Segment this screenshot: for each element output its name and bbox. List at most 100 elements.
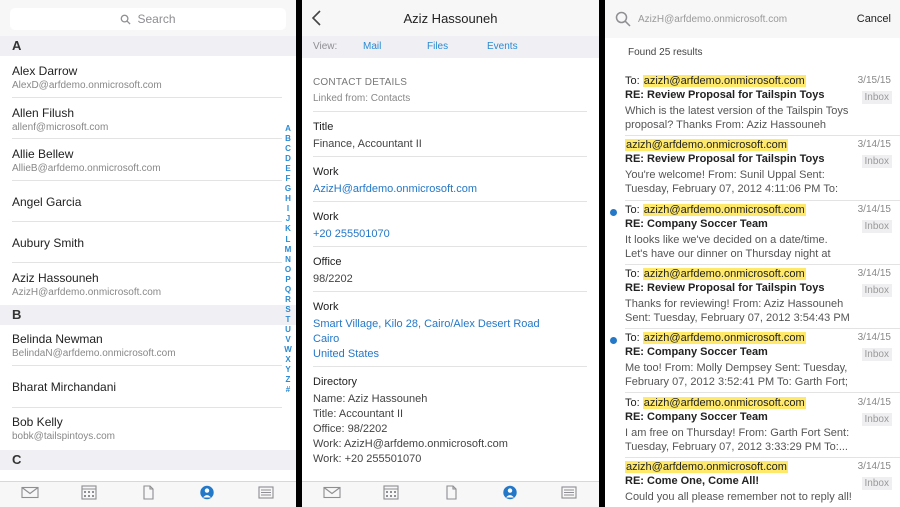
view-bar: View: Mail Files Events [302, 36, 599, 58]
calendar-icon [382, 484, 400, 505]
tab-files[interactable] [421, 484, 480, 505]
alphabet-index-letter[interactable]: C [282, 144, 294, 154]
section-header-b: B [0, 305, 296, 325]
contact-name: Bob Kelly [12, 415, 63, 429]
contact-row[interactable]: Aziz Hassouneh AzizH@arfdemo.onmicrosoft… [0, 263, 296, 305]
result-subject: RE: Company Soccer Team [625, 410, 768, 423]
alphabet-index-letter[interactable]: U [282, 325, 294, 335]
search-result-item[interactable]: To: azizh@arfdemo.onmicrosoft.com RE: Com… [605, 329, 900, 394]
settings-list-icon [257, 485, 275, 505]
contact-row[interactable]: Angel Garcia [0, 181, 296, 222]
people-icon [198, 485, 216, 505]
recipient-line: To: azizh@arfdemo.onmicrosoft.com [625, 332, 806, 345]
tab-mail[interactable] [302, 485, 361, 505]
alphabet-index-letter[interactable]: P [282, 275, 294, 285]
search-icon [121, 14, 132, 25]
email-link[interactable]: AzizH@arfdemo.onmicrosoft.com [313, 182, 587, 197]
contact-row[interactable]: Belinda Newman BelindaN@arfdemo.onmicros… [0, 325, 296, 366]
contact-row[interactable]: Allie Bellew AllieB@arfdemo.onmicrosoft.… [0, 139, 296, 181]
contact-email: AllieB@arfdemo.onmicrosoft.com [12, 163, 161, 174]
tab-calendar[interactable] [59, 484, 118, 505]
contact-row[interactable]: Bharat Mirchandani [0, 366, 296, 408]
alphabet-index-letter[interactable]: J [282, 214, 294, 224]
alphabet-index-letter[interactable]: N [282, 255, 294, 265]
contact-row[interactable]: Alex Darrow AlexD@arfdemo.onmicrosoft.co… [0, 56, 296, 98]
search-input[interactable]: Search [10, 8, 286, 30]
tab-calendar[interactable] [361, 484, 420, 505]
view-link-events[interactable]: Events [487, 41, 518, 52]
alphabet-index-letter[interactable]: # [282, 385, 294, 395]
alphabet-index-letter[interactable]: Y [282, 365, 294, 375]
search-results-panel: AzizH@arfdemo.onmicrosoft.com Cancel Fou… [605, 0, 900, 507]
result-subject: RE: Company Soccer Team [625, 346, 768, 359]
field-value: 98/2202 [313, 273, 353, 285]
alphabet-index-letter[interactable]: D [282, 154, 294, 164]
contact-email: BelindaN@arfdemo.onmicrosoft.com [12, 348, 176, 359]
section-heading: CONTACT DETAILS [313, 77, 408, 88]
unread-dot [610, 208, 617, 216]
alphabet-index-letter[interactable]: V [282, 335, 294, 345]
alphabet-index-letter[interactable]: M [282, 245, 294, 255]
field-value: Name: Aziz Hassouneh Title: Accountant I… [313, 392, 587, 467]
alphabet-index-letter[interactable]: K [282, 224, 294, 234]
alphabet-index-letter[interactable]: A [282, 124, 294, 134]
contact-row[interactable]: Allen Filush allenf@microsoft.com [0, 98, 296, 139]
alphabet-index-letter[interactable]: X [282, 355, 294, 365]
tab-files[interactable] [118, 484, 177, 505]
tab-bar [302, 481, 599, 507]
search-result-item[interactable]: To: azizh@arfdemo.onmicrosoft.com RE: Com… [605, 201, 900, 265]
settings-list-icon [560, 485, 578, 505]
contact-email: bobk@tailspintoys.com [12, 431, 115, 442]
view-link-mail[interactable]: Mail [363, 41, 381, 52]
alphabet-index-letter[interactable]: W [282, 345, 294, 355]
search-result-item[interactable]: azizh@arfdemo.onmicrosoft.com RE: Come On… [605, 458, 900, 507]
tab-bar [0, 481, 296, 507]
recipient-line: To: azizh@arfdemo.onmicrosoft.com [625, 267, 806, 280]
tab-people[interactable] [178, 485, 237, 505]
contact-row[interactable]: Bob Kelly bobk@tailspintoys.com [0, 408, 296, 450]
tab-settings-list[interactable] [237, 485, 296, 505]
search-placeholder: Search [137, 12, 176, 26]
nav-bar: Aziz Hassouneh [302, 0, 599, 36]
alphabet-index-letter[interactable]: B [282, 134, 294, 144]
address-link[interactable]: Smart Village, Kilo 28, Cairo/Alex Deser… [313, 317, 587, 362]
contact-row[interactable]: Aubury Smith [0, 222, 296, 263]
result-preview: Me too! From: Molly Dempsey Sent: Tuesda… [625, 362, 848, 389]
phone-link[interactable]: +20 255501070 [313, 227, 587, 242]
tab-mail[interactable] [0, 485, 59, 505]
view-link-files[interactable]: Files [427, 41, 448, 52]
address-line: United States [313, 348, 380, 360]
field-label: Title [313, 121, 334, 133]
alphabet-index-letter[interactable]: Q [282, 285, 294, 295]
result-date: 3/14/15 [857, 332, 891, 344]
alphabet-index-letter[interactable]: G [282, 184, 294, 194]
alphabet-index-letter[interactable]: H [282, 194, 294, 204]
alphabet-index[interactable]: A B C D E F G H I J K L M N O P Q R S T U V W X Y Z # [282, 124, 294, 395]
directory-line: Work: +20 255501070 [313, 453, 422, 465]
search-query[interactable]: AzizH@arfdemo.onmicrosoft.com [638, 14, 787, 25]
search-result-item[interactable]: To: azizh@arfdemo.onmicrosoft.com RE: Rev… [605, 265, 900, 330]
alphabet-index-letter[interactable]: T [282, 315, 294, 325]
alphabet-index-letter[interactable]: O [282, 265, 294, 275]
alphabet-index-letter[interactable]: I [282, 204, 294, 214]
search-result-item[interactable]: To: azizh@arfdemo.onmicrosoft.com RE: Rev… [605, 72, 900, 137]
search-result-item[interactable]: To: azizh@arfdemo.onmicrosoft.com RE: Com… [605, 394, 900, 458]
alphabet-index-letter[interactable]: L [282, 235, 294, 245]
alphabet-index-letter[interactable]: R [282, 295, 294, 305]
alphabet-index-letter[interactable]: E [282, 164, 294, 174]
alphabet-index-letter[interactable]: F [282, 174, 294, 184]
search-result-item[interactable]: azizh@arfdemo.onmicrosoft.com RE: Review … [605, 136, 900, 201]
alphabet-index-letter[interactable]: Z [282, 375, 294, 385]
search-icon [615, 11, 631, 27]
cancel-button[interactable]: Cancel [857, 13, 891, 25]
result-preview: Which is the latest version of the Tails… [625, 105, 849, 131]
recipient-line: To: azizh@arfdemo.onmicrosoft.com [625, 396, 806, 409]
recipient-highlight: azizh@arfdemo.onmicrosoft.com [642, 267, 806, 280]
alphabet-index-letter[interactable]: S [282, 305, 294, 315]
recipient-prefix: To: [625, 203, 643, 216]
contact-name: Aubury Smith [12, 236, 85, 250]
tab-settings-list[interactable] [540, 485, 599, 505]
files-icon [442, 484, 460, 505]
tab-people[interactable] [480, 485, 539, 505]
field-directory: Directory Name: Aziz Hassouneh Title: Ac… [313, 376, 587, 467]
